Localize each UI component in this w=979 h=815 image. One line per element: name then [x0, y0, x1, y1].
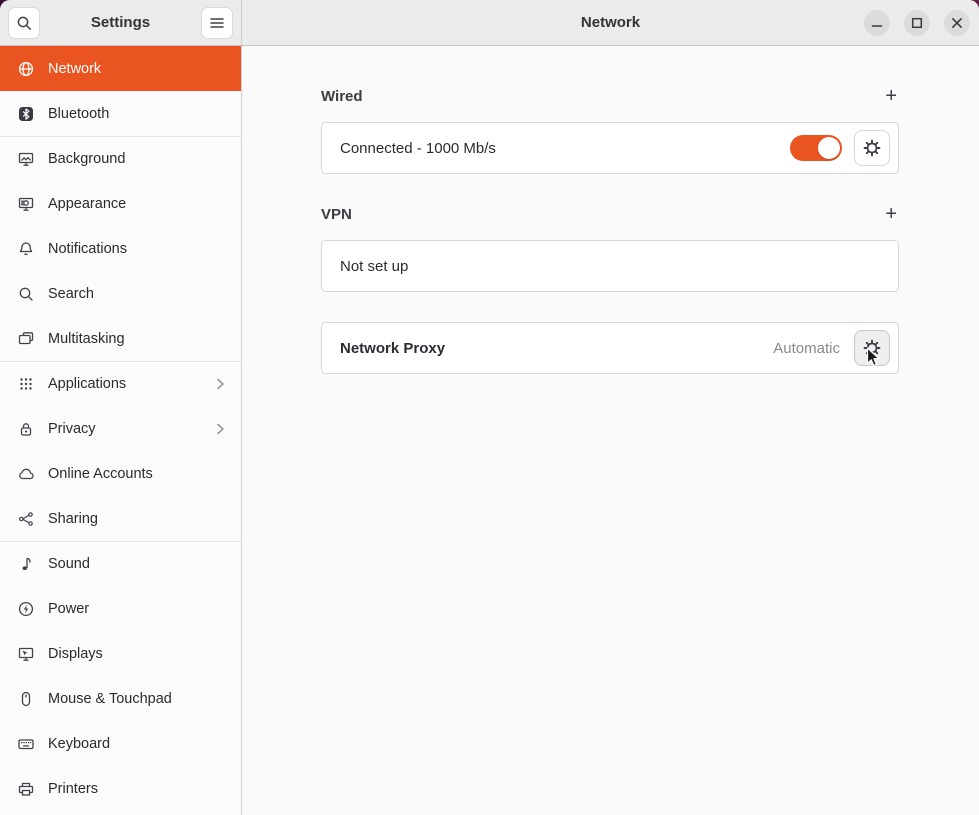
headerbar: Settings Network [0, 0, 979, 46]
sidebar-item-multitasking[interactable]: Multitasking [0, 316, 241, 361]
sidebar-item-label: Printers [48, 781, 229, 797]
sidebar-item-label: Displays [48, 646, 229, 662]
settings-window: Settings Network [0, 0, 979, 815]
sidebar-item-keyboard[interactable]: Keyboard [0, 721, 241, 766]
network-panel: Wired + Connected - 1000 Mb/s VPN + Not … [242, 46, 979, 815]
maximize-icon [904, 10, 930, 36]
sidebar-item-label: Bluetooth [48, 106, 229, 122]
mouse-icon [17, 690, 35, 708]
wired-section-header: Wired + [321, 86, 899, 106]
sidebar-item-online-accounts[interactable]: Online Accounts [0, 451, 241, 496]
search-button[interactable] [8, 7, 40, 39]
gear-icon [863, 339, 881, 357]
minimize-button[interactable] [864, 10, 890, 36]
sidebar-item-label: Mouse & Touchpad [48, 691, 229, 707]
close-icon [944, 10, 970, 36]
network-proxy-settings-button[interactable] [854, 330, 890, 366]
vpn-section-header: VPN + [321, 204, 899, 224]
share-icon [17, 510, 35, 528]
sidebar-item-background[interactable]: Background [0, 136, 241, 181]
vpn-status-text: Not set up [340, 258, 408, 275]
hamburger-menu-icon [209, 16, 225, 30]
sidebar-item-sharing[interactable]: Sharing [0, 496, 241, 541]
sidebar-item-power[interactable]: Power [0, 586, 241, 631]
lock-icon [17, 420, 35, 438]
multitasking-icon [17, 330, 35, 348]
sidebar-item-label: Applications [48, 376, 198, 392]
sidebar-item-network[interactable]: Network [0, 46, 241, 91]
sidebar-item-label: Keyboard [48, 736, 229, 752]
wired-settings-button[interactable] [854, 130, 890, 166]
power-icon [17, 600, 35, 618]
vpn-status-row: Not set up [321, 240, 899, 292]
sidebar-item-mouse-touchpad[interactable]: Mouse & Touchpad [0, 676, 241, 721]
sidebar-item-privacy[interactable]: Privacy [0, 406, 241, 451]
chevron-right-icon [211, 375, 229, 393]
sidebar-item-label: Background [48, 151, 229, 167]
globe-icon [17, 60, 35, 78]
wired-status-text: Connected - 1000 Mb/s [340, 140, 496, 157]
close-button[interactable] [944, 10, 970, 36]
wired-heading: Wired [321, 88, 363, 105]
sidebar-item-label: Appearance [48, 196, 229, 212]
cloud-icon [17, 465, 35, 483]
add-wired-connection-button[interactable]: + [883, 87, 899, 105]
maximize-button[interactable] [904, 10, 930, 36]
sidebar-item-label: Sharing [48, 511, 229, 527]
sidebar-item-sound[interactable]: Sound [0, 541, 241, 586]
chevron-right-icon [211, 420, 229, 438]
vpn-heading: VPN [321, 206, 352, 223]
sidebar-item-label: Search [48, 286, 229, 302]
display-icon [17, 645, 35, 663]
sidebar-item-applications[interactable]: Applications [0, 361, 241, 406]
minimize-icon [864, 10, 890, 36]
gear-icon [863, 139, 881, 157]
primary-menu-button[interactable] [201, 7, 233, 39]
wired-connection-row[interactable]: Connected - 1000 Mb/s [321, 122, 899, 174]
search-icon [17, 285, 35, 303]
wired-toggle[interactable] [790, 135, 842, 161]
page-title: Network [581, 14, 640, 31]
sidebar-item-label: Online Accounts [48, 466, 229, 482]
add-vpn-button[interactable]: + [883, 205, 899, 223]
sidebar-item-appearance[interactable]: Appearance [0, 181, 241, 226]
bluetooth-icon [17, 105, 35, 123]
sidebar-item-label: Sound [48, 556, 229, 572]
keyboard-icon [17, 735, 35, 753]
settings-window-title: Settings [91, 14, 150, 31]
sidebar-item-label: Network [48, 61, 229, 77]
sidebar-item-search[interactable]: Search [0, 271, 241, 316]
sidebar-item-label: Privacy [48, 421, 198, 437]
headerbar-left: Settings [0, 0, 242, 45]
sidebar: Network Bluetooth Background Appearance [0, 46, 242, 815]
toggle-knob [818, 137, 840, 159]
appearance-icon [17, 195, 35, 213]
network-proxy-row[interactable]: Network Proxy Automatic [321, 322, 899, 374]
search-icon [16, 15, 33, 32]
sidebar-item-displays[interactable]: Displays [0, 631, 241, 676]
apps-grid-icon [17, 375, 35, 393]
headerbar-right: Network [242, 0, 979, 45]
printer-icon [17, 780, 35, 798]
network-proxy-title: Network Proxy [340, 340, 445, 357]
sidebar-item-label: Notifications [48, 241, 229, 257]
window-controls [864, 10, 970, 36]
sidebar-item-notifications[interactable]: Notifications [0, 226, 241, 271]
music-note-icon [17, 555, 35, 573]
bell-icon [17, 240, 35, 258]
sidebar-item-label: Power [48, 601, 229, 617]
background-icon [17, 150, 35, 168]
sidebar-item-label: Multitasking [48, 331, 229, 347]
proxy-mode-value: Automatic [773, 340, 840, 357]
sidebar-item-bluetooth[interactable]: Bluetooth [0, 91, 241, 136]
sidebar-item-printers[interactable]: Printers [0, 766, 241, 811]
